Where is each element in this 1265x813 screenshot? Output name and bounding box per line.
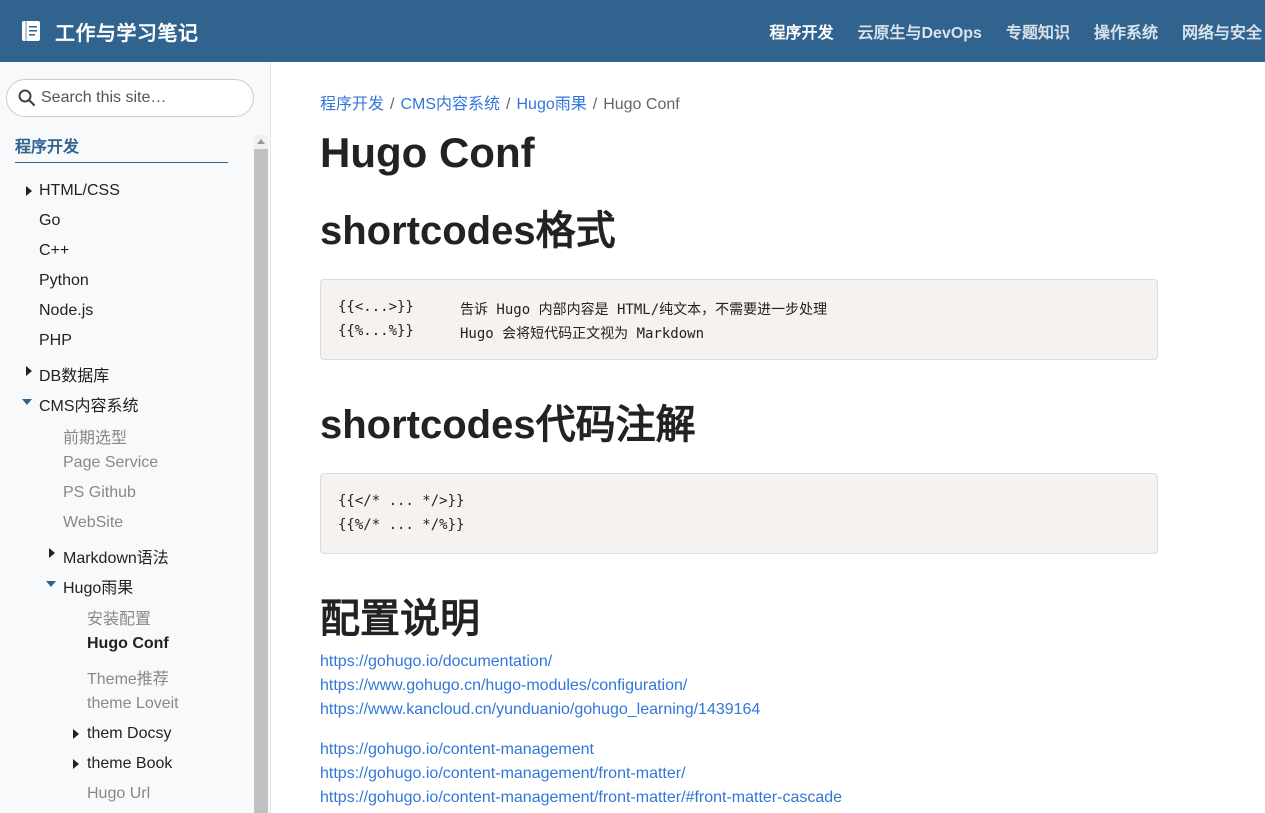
breadcrumb-separator: / [506, 96, 511, 113]
section-heading-shortcodes-comment: shortcodes代码注解 [320, 403, 696, 447]
top-navbar: 工作与学习笔记 程序开发 云原生与DevOps 专题知识 操作系统 网络与安全 [0, 0, 1265, 62]
main-content: 程序开发 / CMS内容系统 / Hugo雨果 / Hugo Conf Hugo Conf … [272, 62, 1265, 813]
page-title: Hugo Conf [320, 129, 535, 176]
nav-link-cloud-native[interactable]: 云原生与DevOps [857, 19, 981, 43]
code-line: {{%/* ... */%}} [338, 517, 465, 533]
sidebar-item-cms[interactable]: CMS内容系统 [39, 392, 139, 416]
breadcrumb-current: Hugo Conf [603, 96, 680, 113]
section-divider [15, 162, 228, 163]
sidebar-item-markdown[interactable]: Markdown语法 [63, 544, 169, 568]
breadcrumb-link-cms[interactable]: CMS内容系统 [400, 96, 500, 113]
search-box[interactable] [6, 79, 254, 117]
sidebar-item-theme-recommend[interactable]: Theme推荐 [87, 665, 169, 689]
section-heading-config: 配置说明 [320, 597, 480, 641]
sidebar-item-preselection[interactable]: 前期选型 [63, 424, 127, 448]
code-block-shortcodes-comment: {{</* ... */>}} {{%/* ... */%}} [320, 473, 1158, 554]
sidebar: 程序开发 HTML/CSS Go C++ Python Node.js PHP … [0, 62, 271, 813]
caret-right-icon[interactable] [73, 759, 79, 769]
breadcrumb: 程序开发 / CMS内容系统 / Hugo雨果 / Hugo Conf [320, 90, 680, 114]
sidebar-item-ps-github[interactable]: PS Github [63, 484, 136, 502]
sidebar-item-theme-docsy[interactable]: them Docsy [87, 725, 171, 743]
sidebar-item-hugo[interactable]: Hugo雨果 [63, 574, 133, 598]
brand[interactable]: 工作与学习笔记 [21, 17, 199, 46]
sidebar-item-html-css[interactable]: HTML/CSS [39, 182, 120, 200]
caret-down-icon[interactable] [22, 399, 32, 405]
brand-title: 工作与学习笔记 [55, 22, 199, 45]
nav-link-topics[interactable]: 专题知识 [1006, 19, 1070, 43]
sidebar-item-db[interactable]: DB数据库 [39, 362, 109, 386]
sidebar-item-website[interactable]: WebSite [63, 514, 123, 532]
scrollbar-thumb[interactable] [254, 149, 268, 813]
doc-link[interactable]: https://gohugo.io/content-management/fro… [320, 765, 686, 783]
sidebar-item-nodejs[interactable]: Node.js [39, 302, 93, 320]
breadcrumb-link-programming[interactable]: 程序开发 [320, 96, 384, 113]
sidebar-item-page-service[interactable]: Page Service [63, 454, 158, 472]
sidebar-item-theme-book[interactable]: theme Book [87, 755, 172, 773]
nav-link-network-security[interactable]: 网络与安全 [1182, 19, 1262, 43]
sidebar-item-theme-loveit[interactable]: theme Loveit [87, 695, 179, 713]
sidebar-scrollbar[interactable] [254, 135, 268, 813]
caret-right-icon[interactable] [26, 366, 32, 376]
sidebar-item-install-config[interactable]: 安装配置 [87, 605, 151, 629]
search-input[interactable] [41, 89, 241, 107]
sidebar-item-go[interactable]: Go [39, 212, 60, 230]
sidebar-item-hugo-conf[interactable]: Hugo Conf [87, 635, 169, 653]
sidebar-item-cpp[interactable]: C++ [39, 242, 69, 260]
section-heading-shortcodes-format: shortcodes格式 [320, 209, 616, 253]
notebook-icon [22, 21, 40, 41]
sidebar-item-python[interactable]: Python [39, 272, 89, 290]
doc-link[interactable]: https://www.gohugo.cn/hugo-modules/confi… [320, 677, 687, 695]
sidebar-item-hugo-url[interactable]: Hugo Url [87, 785, 150, 803]
code-block-shortcodes-format: {{<...>}} 告诉 Hugo 内部内容是 HTML/纯文本，不需要进一步处… [320, 279, 1158, 360]
caret-right-icon[interactable] [49, 548, 55, 558]
caret-right-icon[interactable] [73, 729, 79, 739]
caret-right-icon[interactable] [26, 186, 32, 196]
nav-links: 程序开发 云原生与DevOps 专题知识 操作系统 网络与安全 [769, 0, 1265, 62]
scroll-up-arrow-icon[interactable] [257, 139, 265, 144]
doc-link[interactable]: https://www.kancloud.cn/yunduanio/gohugo… [320, 701, 760, 719]
code-comment: Hugo 会将短代码正文视为 Markdown [460, 326, 705, 342]
caret-down-icon[interactable] [46, 581, 56, 587]
sidebar-section-title[interactable]: 程序开发 [15, 133, 79, 157]
breadcrumb-separator: / [592, 96, 598, 113]
nav-link-os[interactable]: 操作系统 [1094, 19, 1158, 43]
code-comment: 告诉 Hugo 内部内容是 HTML/纯文本，不需要进一步处理 [460, 302, 828, 318]
code-line: {{<...>}} [338, 299, 414, 315]
code-line: {{</* ... */>}} [338, 493, 465, 509]
doc-link[interactable]: https://gohugo.io/documentation/ [320, 653, 552, 671]
doc-link[interactable]: https://gohugo.io/content-management/fro… [320, 789, 842, 807]
search-icon [18, 89, 36, 107]
doc-link[interactable]: https://gohugo.io/content-management [320, 741, 594, 759]
breadcrumb-separator: / [390, 96, 395, 113]
code-line: {{%...%}} [338, 323, 414, 339]
nav-link-programming[interactable]: 程序开发 [769, 19, 833, 43]
sidebar-item-php[interactable]: PHP [39, 332, 72, 350]
breadcrumb-link-hugo[interactable]: Hugo雨果 [516, 96, 586, 113]
